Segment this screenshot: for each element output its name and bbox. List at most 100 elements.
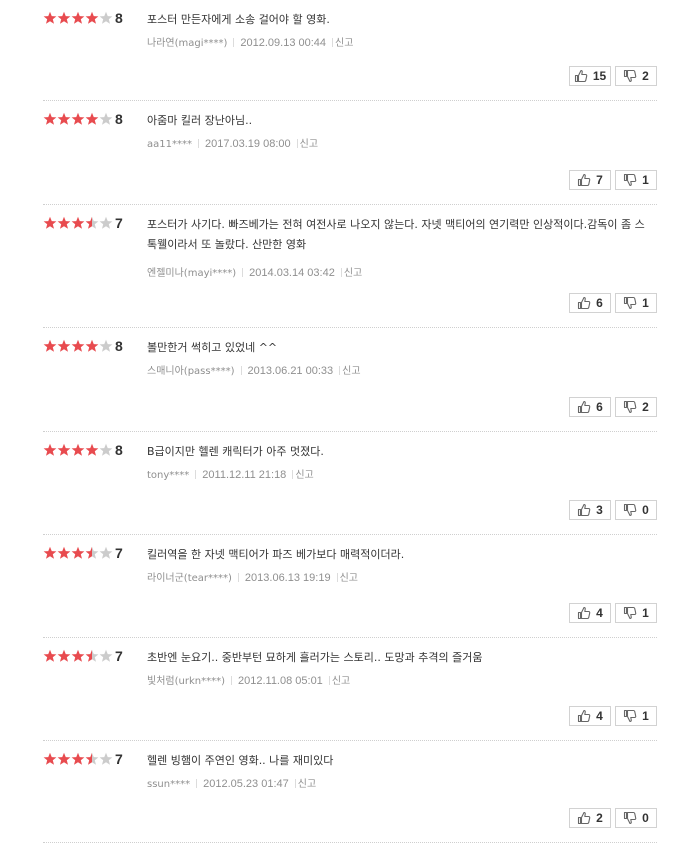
- thumbs-down-icon: [624, 709, 637, 723]
- divider: [233, 38, 235, 47]
- review-text: 초반엔 눈요기.. 중반부턴 묘하게 흘러가는 스토리.. 도망과 추격의 즐거…: [147, 651, 483, 664]
- reviewer-nickname[interactable]: ssun****: [147, 779, 190, 790]
- review-text: 헬렌 빙햄이 주연인 영화.. 나를 재미있다: [147, 754, 334, 767]
- half-star-icon: [85, 752, 99, 765]
- vote-buttons: 61: [569, 293, 657, 313]
- divider: [237, 573, 239, 582]
- dislike-count: 1: [642, 709, 649, 723]
- review-item: 8 볼만한거 썩히고 있었네 ^^ 스매니아(pass****) 2013.06.21…: [43, 328, 657, 432]
- thumbs-down-icon: [624, 69, 637, 83]
- report-link[interactable]: 신고: [344, 268, 362, 279]
- divider: [340, 268, 342, 277]
- divider: [336, 573, 338, 582]
- vote-buttons: 30: [569, 500, 657, 520]
- empty-star-icon: [99, 649, 113, 662]
- thumbs-down-icon: [624, 173, 637, 187]
- thumbs-up-icon: [574, 69, 588, 83]
- like-button[interactable]: 2: [569, 808, 611, 828]
- like-button[interactable]: 3: [569, 500, 611, 520]
- report-link[interactable]: 신고: [332, 676, 350, 687]
- review-meta: 스매니아(pass****) 2013.06.21 00:33 신고: [147, 362, 361, 377]
- star-rating: [43, 443, 115, 459]
- reviewer-nickname[interactable]: 나라연(magi****): [147, 38, 227, 49]
- star-icon: [43, 649, 57, 662]
- report-link[interactable]: 신고: [298, 779, 316, 790]
- dislike-button[interactable]: 1: [615, 170, 657, 190]
- review-score: 7: [115, 648, 123, 664]
- dislike-button[interactable]: 1: [615, 603, 657, 623]
- review-item: 7 헬렌 빙햄이 주연인 영화.. 나를 재미있다 ssun**** 2012.05.…: [43, 741, 657, 843]
- dislike-button[interactable]: 2: [615, 66, 657, 86]
- review-score: 8: [115, 338, 123, 354]
- review-score: 8: [115, 442, 123, 458]
- like-button[interactable]: 15: [569, 66, 611, 86]
- like-button[interactable]: 7: [569, 170, 611, 190]
- divider: [240, 366, 242, 375]
- like-button[interactable]: 4: [569, 706, 611, 726]
- like-count: 3: [596, 503, 603, 517]
- reviewer-nickname[interactable]: 엔젤미나(mayi****): [147, 268, 236, 279]
- report-link[interactable]: 신고: [295, 470, 313, 481]
- vote-buttons: 62: [569, 397, 657, 417]
- like-button[interactable]: 6: [569, 397, 611, 417]
- thumbs-down-icon: [624, 503, 637, 517]
- dislike-button[interactable]: 0: [615, 500, 657, 520]
- vote-buttons: 41: [569, 706, 657, 726]
- review-item: 8 아줌마 킬러 장난아님.. aa11**** 2017.03.19 08:00 신고…: [43, 101, 657, 205]
- review-text: 킬러역을 한 자넷 맥티어가 파즈 베가보다 매력적이더라.: [147, 548, 405, 561]
- reviewer-nickname[interactable]: 라이너군(tear****): [147, 573, 232, 584]
- star-icon: [43, 11, 57, 24]
- thumbs-down-icon: [624, 606, 637, 620]
- dislike-button[interactable]: 2: [615, 397, 657, 417]
- dislike-count: 2: [642, 400, 649, 414]
- divider: [196, 779, 198, 788]
- review-text: B급이지만 헬렌 캐릭터가 아주 멋졌다.: [147, 445, 324, 458]
- dislike-button[interactable]: 1: [615, 706, 657, 726]
- star-rating: [43, 112, 115, 128]
- review-date: 2012.11.08 05:01: [237, 675, 323, 687]
- review-meta: 엔젤미나(mayi****) 2014.03.14 03:42 신고: [147, 264, 362, 279]
- review-score: 8: [115, 10, 123, 26]
- star-icon: [43, 339, 57, 352]
- review-text: 볼만한거 썩히고 있었네 ^^: [147, 341, 278, 354]
- reviewer-nickname[interactable]: aa11****: [147, 139, 192, 150]
- divider: [230, 676, 232, 685]
- star-icon: [57, 339, 71, 352]
- reviewer-nickname[interactable]: tony****: [147, 470, 189, 481]
- dislike-count: 2: [642, 69, 649, 83]
- review-list: 8 포스터 만든자에게 소송 걸어야 할 영화. 나라연(magi****) 2012…: [0, 0, 700, 843]
- reviewer-nickname[interactable]: 빛처럼(urkn****): [147, 676, 225, 687]
- report-link[interactable]: 신고: [342, 366, 360, 377]
- divider: [294, 779, 296, 788]
- dislike-count: 1: [642, 173, 649, 187]
- vote-buttons: 15 2: [569, 66, 657, 86]
- empty-star-icon: [99, 339, 113, 352]
- report-link[interactable]: 신고: [340, 573, 358, 584]
- star-rating: [43, 546, 115, 562]
- report-link[interactable]: 신고: [300, 139, 318, 150]
- star-icon: [71, 11, 85, 24]
- like-button[interactable]: 6: [569, 293, 611, 313]
- star-icon: [57, 112, 71, 125]
- star-rating: [43, 11, 115, 27]
- review-item: 8 포스터 만든자에게 소송 걸어야 할 영화. 나라연(magi****) 2012…: [43, 0, 657, 101]
- reviewer-nickname[interactable]: 스매니아(pass****): [147, 366, 235, 377]
- review-text: 아줌마 킬러 장난아님..: [147, 114, 253, 127]
- empty-star-icon: [99, 443, 113, 456]
- thumbs-up-icon: [578, 400, 591, 414]
- review-date: 2012.09.13 00:44: [240, 37, 327, 49]
- star-icon: [71, 752, 85, 765]
- star-rating: [43, 649, 115, 665]
- star-icon: [57, 546, 71, 559]
- vote-buttons: 71: [569, 170, 657, 190]
- divider: [242, 268, 244, 277]
- star-icon: [57, 443, 71, 456]
- thumbs-down-icon: [624, 400, 637, 414]
- report-link[interactable]: 신고: [335, 38, 353, 49]
- dislike-count: 1: [642, 606, 649, 620]
- star-icon: [85, 11, 99, 24]
- dislike-button[interactable]: 1: [615, 293, 657, 313]
- star-icon: [71, 339, 85, 352]
- dislike-button[interactable]: 0: [615, 808, 657, 828]
- like-button[interactable]: 4: [569, 603, 611, 623]
